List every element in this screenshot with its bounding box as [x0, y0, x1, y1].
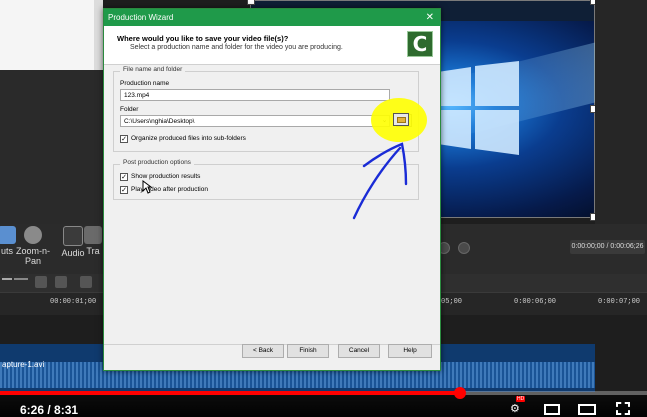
left-panel — [0, 70, 103, 230]
highlighted-browse-button[interactable] — [393, 113, 409, 126]
next-frame-button[interactable] — [458, 242, 470, 254]
canvas-background-right — [595, 0, 647, 230]
zoom-icon — [24, 226, 42, 244]
show-results-checkbox[interactable]: ✓ — [120, 173, 128, 181]
theater-mode-icon[interactable] — [578, 404, 596, 415]
organize-label: Organize produced files into sub-folders — [131, 135, 246, 142]
dialog-title: Production Wizard — [108, 13, 174, 22]
folder-label: Folder — [120, 106, 139, 113]
scrubber-handle[interactable] — [454, 387, 466, 399]
tool-label: Zoom-n- Pan — [15, 246, 50, 266]
transitions-icon — [84, 226, 102, 244]
folder-icon — [397, 117, 406, 123]
back-button[interactable]: < Back — [242, 344, 284, 358]
player-time-display: 0:00:00;00 / 0:00:06;26 — [570, 240, 645, 254]
organize-checkbox[interactable]: ✓ — [120, 135, 128, 143]
clip-label: apture-1.avi — [2, 360, 45, 369]
dialog-subheading: Select a production name and folder for … — [130, 44, 343, 51]
production-name-label: Production name — [120, 80, 170, 87]
zoom-slider[interactable] — [14, 278, 28, 280]
progress-played — [0, 391, 460, 395]
group-label: File name and folder — [120, 66, 186, 73]
close-icon[interactable]: ✕ — [426, 9, 434, 26]
fullscreen-icon[interactable] — [616, 402, 630, 415]
settings-gear-icon[interactable]: ⚙ — [510, 402, 520, 415]
ruler-tick: 05;00 — [441, 298, 463, 306]
media-bin-panel — [0, 0, 103, 70]
video-time: 6:26 / 8:31 — [20, 403, 79, 417]
media-bin-scrollbar[interactable] — [94, 0, 103, 70]
play-video-checkbox[interactable]: ✓ — [120, 186, 128, 194]
help-button[interactable]: Help — [388, 344, 432, 358]
finish-button[interactable]: Finish — [287, 344, 329, 358]
group-label: Post production options — [120, 159, 194, 166]
mouse-cursor-icon — [142, 180, 152, 194]
dialog-header: Where would you like to save your video … — [104, 26, 440, 65]
show-results-label: Show production results — [131, 173, 201, 180]
redo-icon[interactable] — [55, 276, 67, 288]
cancel-button[interactable]: Cancel — [338, 344, 380, 358]
annotation-arrow — [352, 142, 408, 220]
hd-badge: HD — [516, 396, 526, 402]
tool-label: Tra — [86, 246, 100, 256]
ruler-tick: 0:00:07;00 — [598, 298, 641, 306]
folder-combobox[interactable]: C:\Users\nghia\Desktop\ — [120, 115, 390, 127]
camtasia-logo-icon: C — [407, 31, 433, 57]
undo-icon[interactable] — [35, 276, 47, 288]
ruler-tick: 00:00:01;00 — [50, 298, 97, 306]
cut-icon[interactable] — [80, 276, 92, 288]
dialog-heading: Where would you like to save your video … — [117, 34, 289, 43]
resize-handle-tl[interactable] — [247, 0, 255, 5]
dialog-titlebar: Production Wizard ✕ — [104, 9, 440, 26]
ruler-tick: 0:00:06;00 — [514, 298, 557, 306]
production-name-input[interactable]: 123.mp4 — [120, 89, 390, 101]
windows-logo-icon — [431, 61, 519, 155]
zoom-out-icon[interactable] — [2, 278, 12, 280]
miniplayer-icon[interactable] — [544, 404, 560, 415]
